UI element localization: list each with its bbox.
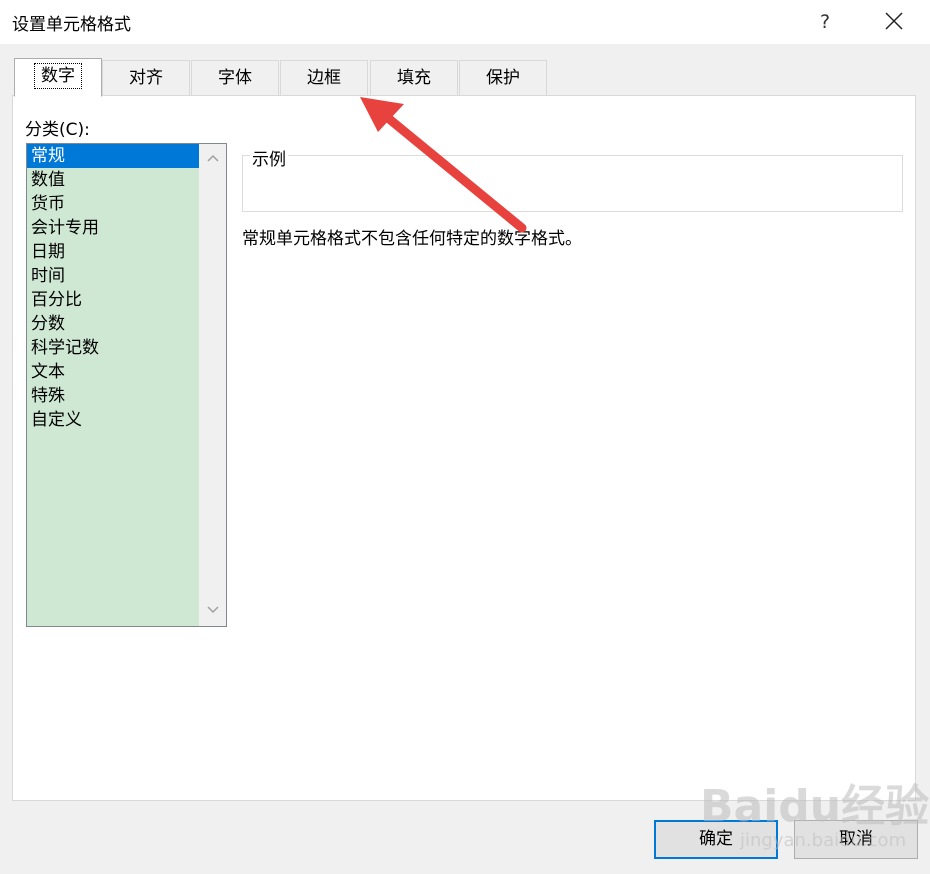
tab-border[interactable]: 边框 bbox=[280, 60, 368, 95]
list-item-currency[interactable]: 货币 bbox=[27, 192, 199, 216]
list-item-text[interactable]: 文本 bbox=[27, 360, 199, 384]
list-item-time[interactable]: 时间 bbox=[27, 264, 199, 288]
tab-strip: 数字 对齐 字体 边框 填充 保护 bbox=[14, 58, 554, 97]
list-scrollbar[interactable] bbox=[199, 144, 226, 626]
tab-alignment[interactable]: 对齐 bbox=[102, 60, 190, 95]
help-button[interactable]: ? bbox=[808, 6, 842, 38]
scroll-up-button[interactable] bbox=[199, 146, 226, 172]
list-item-accounting[interactable]: 会计专用 bbox=[27, 216, 199, 240]
list-item-custom[interactable]: 自定义 bbox=[27, 408, 199, 432]
category-label: 分类(C): bbox=[25, 120, 90, 140]
list-item-general[interactable]: 常规 bbox=[27, 144, 199, 168]
title-bar: 设置单元格格式 ? bbox=[0, 0, 930, 44]
chevron-down-icon bbox=[206, 606, 219, 614]
tab-label: 数字 bbox=[34, 63, 82, 89]
scroll-down-button[interactable] bbox=[199, 598, 226, 624]
ok-button[interactable]: 确定 bbox=[654, 820, 778, 859]
dialog-title: 设置单元格格式 bbox=[12, 15, 131, 35]
tab-fill[interactable]: 填充 bbox=[370, 60, 458, 95]
format-description: 常规单元格格式不包含任何特定的数字格式。 bbox=[242, 229, 582, 249]
tab-number[interactable]: 数字 bbox=[14, 58, 102, 97]
tab-font[interactable]: 字体 bbox=[191, 60, 279, 95]
category-listbox[interactable]: 常规 数值 货币 会计专用 日期 时间 百分比 分数 科学记数 文本 特殊 自定… bbox=[26, 143, 227, 627]
list-item-scientific[interactable]: 科学记数 bbox=[27, 336, 199, 360]
list-item-fraction[interactable]: 分数 bbox=[27, 312, 199, 336]
sample-legend: 示例 bbox=[250, 145, 288, 170]
list-item-percentage[interactable]: 百分比 bbox=[27, 288, 199, 312]
category-list: 常规 数值 货币 会计专用 日期 时间 百分比 分数 科学记数 文本 特殊 自定… bbox=[27, 144, 199, 626]
close-button[interactable] bbox=[874, 6, 914, 38]
list-item-special[interactable]: 特殊 bbox=[27, 384, 199, 408]
list-item-date[interactable]: 日期 bbox=[27, 240, 199, 264]
cancel-button[interactable]: 取消 bbox=[794, 820, 918, 859]
sample-groupbox bbox=[242, 155, 903, 212]
close-icon bbox=[885, 12, 903, 30]
tab-protection[interactable]: 保护 bbox=[459, 60, 547, 95]
list-item-number[interactable]: 数值 bbox=[27, 168, 199, 192]
chevron-up-icon bbox=[206, 154, 219, 162]
